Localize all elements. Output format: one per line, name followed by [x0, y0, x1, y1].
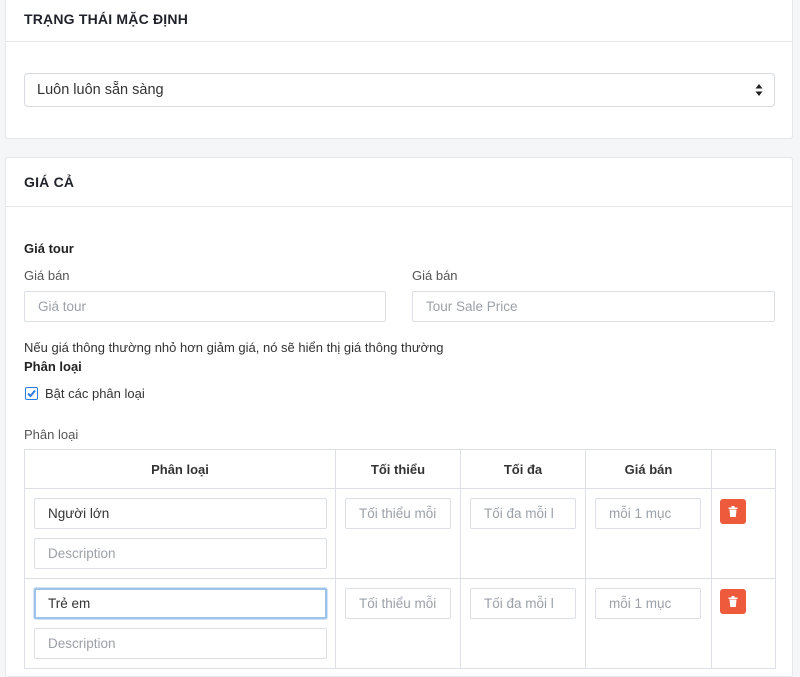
- select-arrows-icon: [755, 84, 763, 96]
- column-header-price: Giá bán: [585, 449, 712, 489]
- max-per-booking-input[interactable]: Tối đa mỗi l: [470, 588, 576, 619]
- pricing-title: GIÁ CẢ: [6, 158, 792, 207]
- column-header-actions: [711, 449, 776, 489]
- checkmark-icon: [27, 389, 36, 398]
- trash-icon: [728, 596, 738, 607]
- table-row: Người lớn Description Tối thiểu mỗi Tối …: [24, 488, 776, 579]
- price-per-item-input[interactable]: mỗi 1 mục: [595, 498, 701, 529]
- column-header-min: Tối thiểu: [335, 449, 461, 489]
- category-name-input[interactable]: Người lớn: [34, 498, 327, 529]
- pricing-panel: GIÁ CẢ Giá tour Giá bán Giá bán Giá tour…: [5, 157, 793, 677]
- enable-categories-label: Bật các phân loại: [45, 386, 145, 401]
- min-per-booking-input[interactable]: Tối thiểu mỗi: [345, 588, 451, 619]
- category-description-input[interactable]: Description: [34, 538, 327, 569]
- column-header-max: Tối đa: [460, 449, 586, 489]
- actions-cell: [711, 578, 776, 669]
- default-status-title: TRẠNG THÁI MẶC ĐỊNH: [6, 0, 792, 42]
- default-status-select[interactable]: Luôn luôn sẵn sàng: [24, 73, 775, 107]
- price-label-right: Giá bán: [412, 268, 458, 283]
- trash-icon: [728, 506, 738, 517]
- price-cell: mỗi 1 mục: [585, 488, 712, 579]
- table-row: Trẻ em Description Tối thiểu mỗi Tối đa …: [24, 578, 776, 669]
- delete-row-button[interactable]: [720, 589, 746, 614]
- enable-categories-checkbox[interactable]: [25, 387, 38, 400]
- min-cell: Tối thiểu mỗi: [335, 488, 461, 579]
- actions-cell: [711, 488, 776, 579]
- price-cell: mỗi 1 mục: [585, 578, 712, 669]
- price-label-left: Giá bán: [24, 268, 70, 283]
- min-cell: Tối thiểu mỗi: [335, 578, 461, 669]
- tour-price-input[interactable]: Giá tour: [24, 291, 386, 322]
- max-cell: Tối đa mỗi l: [460, 578, 586, 669]
- category-table: Phân loại Tối thiểu Tối đa Giá bán Người…: [24, 449, 776, 669]
- max-cell: Tối đa mỗi l: [460, 488, 586, 579]
- table-header-row: Phân loại Tối thiểu Tối đa Giá bán: [24, 449, 776, 489]
- min-per-booking-input[interactable]: Tối thiểu mỗi: [345, 498, 451, 529]
- default-status-select-value: Luôn luôn sẵn sàng: [37, 82, 164, 98]
- category-cell: Trẻ em Description: [24, 578, 336, 669]
- column-header-category: Phân loại: [24, 449, 336, 489]
- category-table-label: Phân loại: [24, 427, 79, 442]
- category-heading: Phân loại: [24, 359, 82, 374]
- default-status-panel: TRẠNG THÁI MẶC ĐỊNH Luôn luôn sẵn sàng: [5, 0, 793, 139]
- delete-row-button[interactable]: [720, 499, 746, 524]
- tour-sale-price-input[interactable]: Tour Sale Price: [412, 291, 775, 322]
- category-name-input[interactable]: Trẻ em: [34, 588, 327, 619]
- tour-price-heading: Giá tour: [24, 241, 74, 256]
- price-per-item-input[interactable]: mỗi 1 mục: [595, 588, 701, 619]
- max-per-booking-input[interactable]: Tối đa mỗi l: [470, 498, 576, 529]
- category-cell: Người lớn Description: [24, 488, 336, 579]
- price-hint-text: Nếu giá thông thường nhỏ hơn giảm giá, n…: [24, 340, 444, 355]
- category-description-input[interactable]: Description: [34, 628, 327, 659]
